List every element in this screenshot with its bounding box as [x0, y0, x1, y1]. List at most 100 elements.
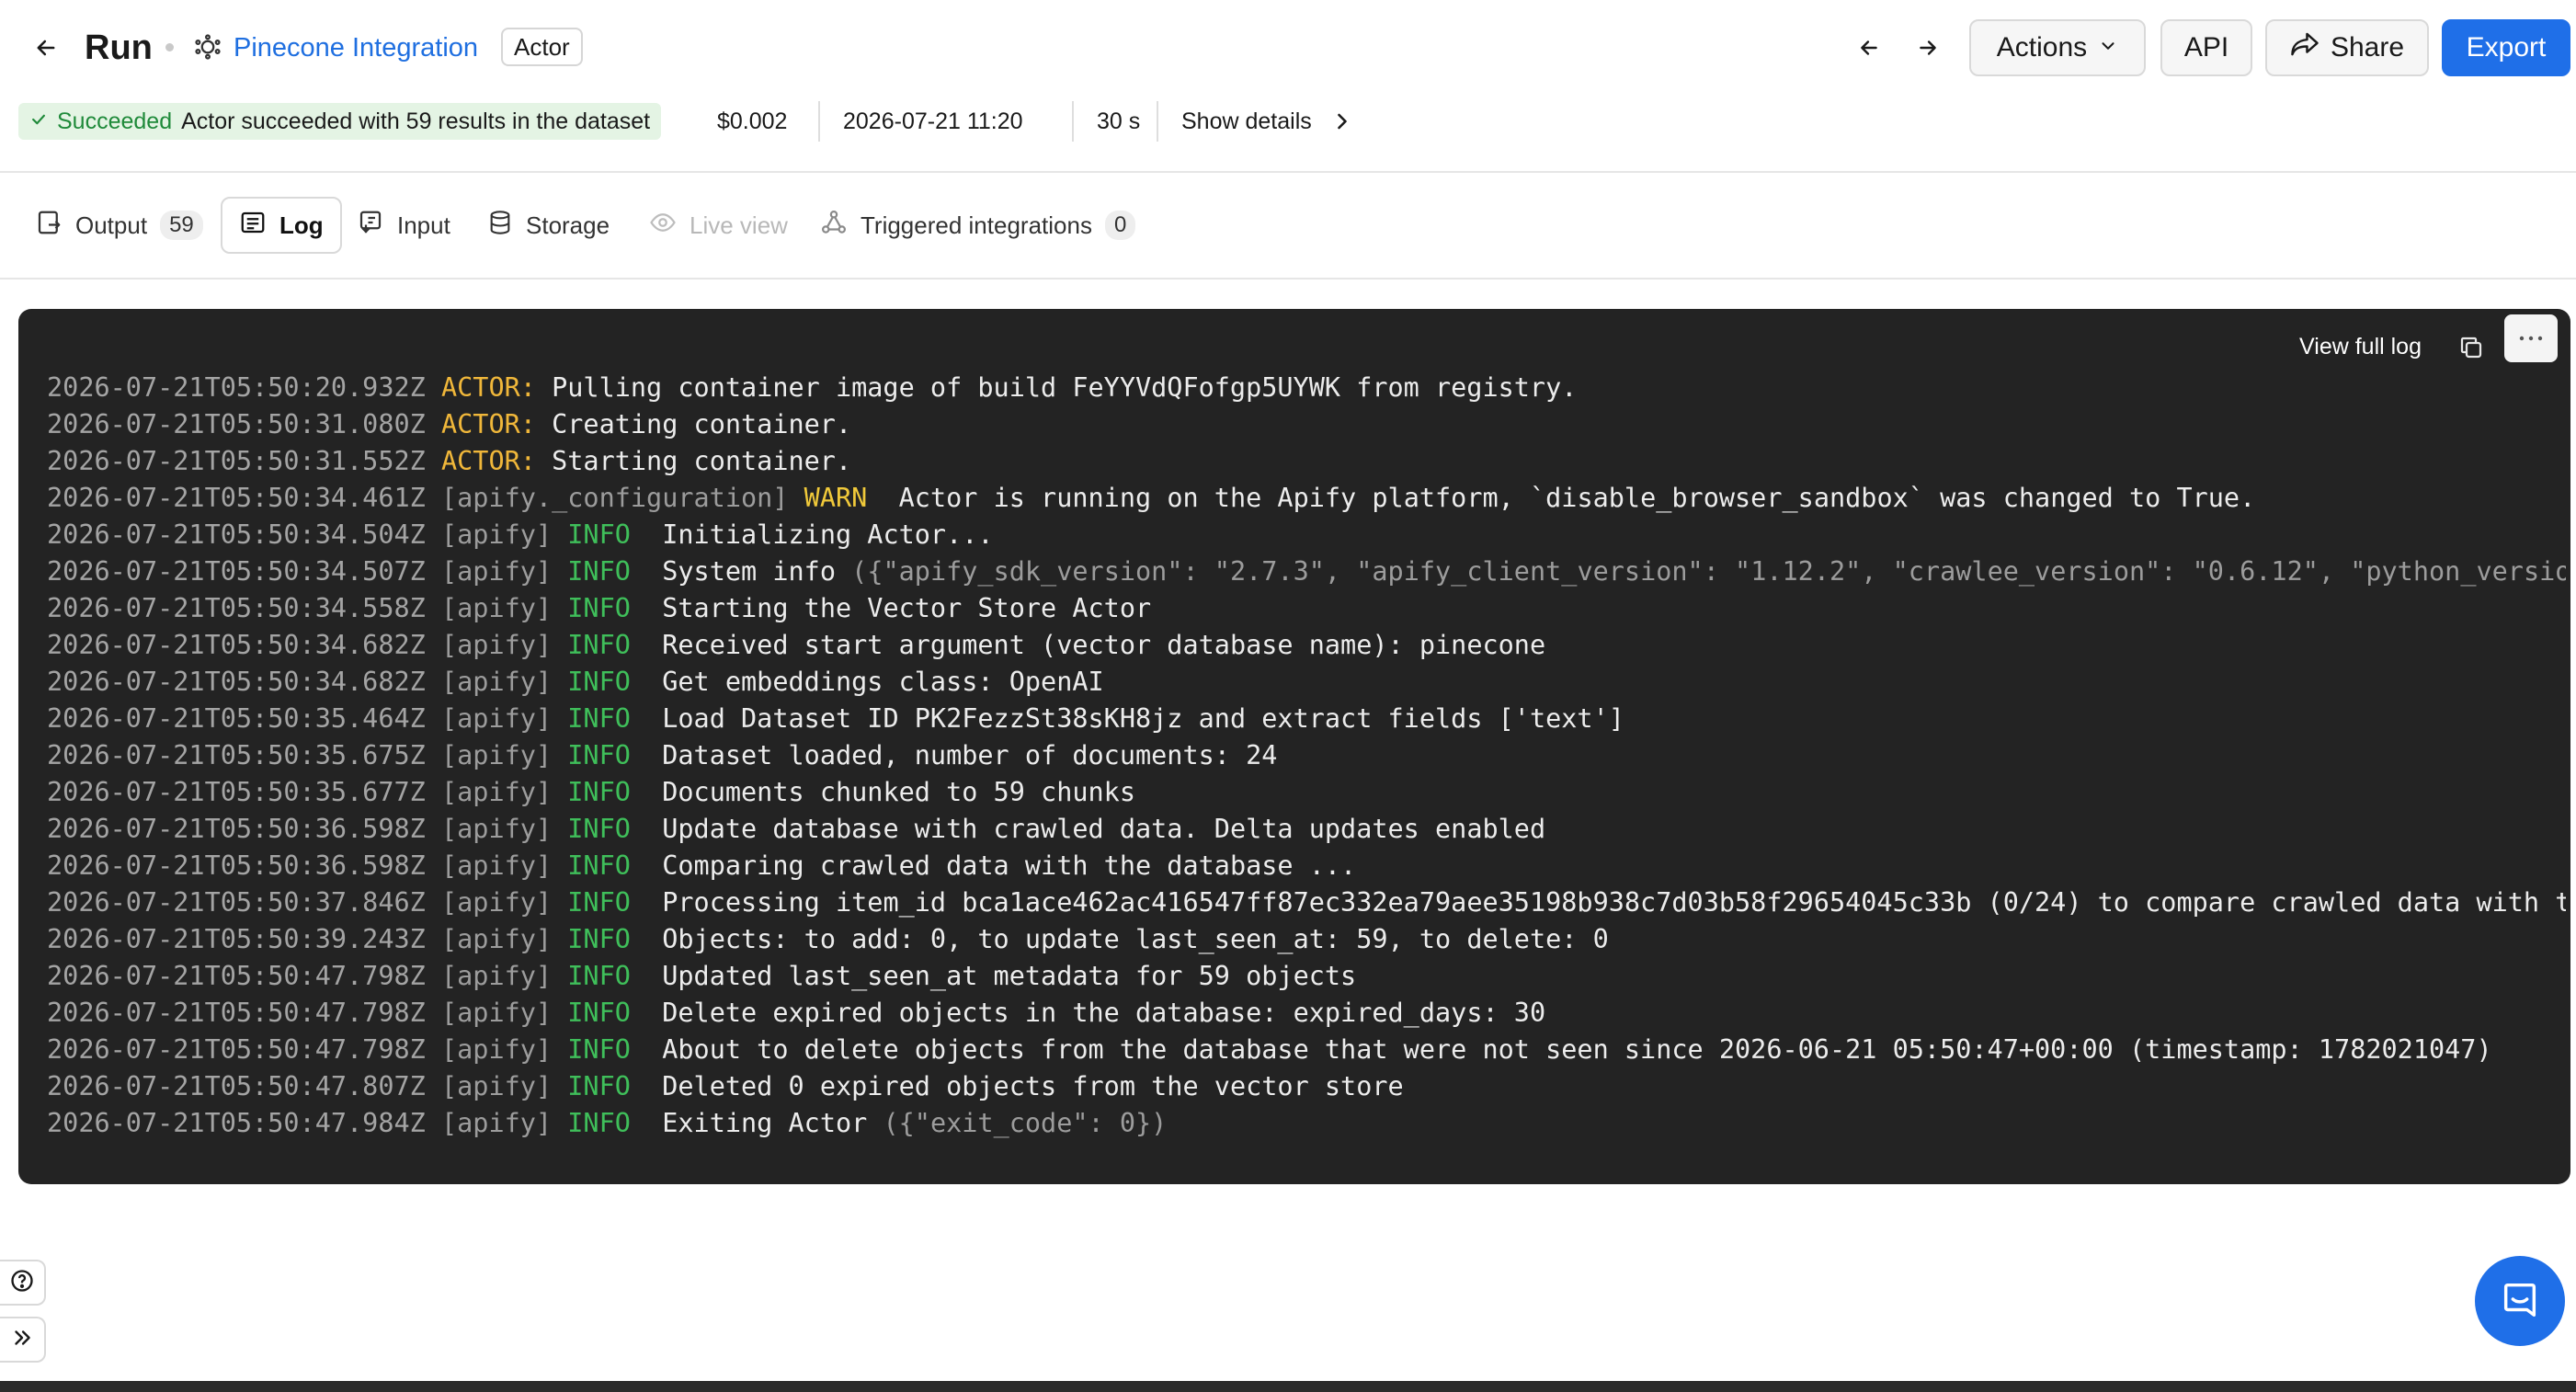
status-message: Actor succeeded with 59 results in the d…: [181, 108, 651, 134]
input-icon: [357, 209, 384, 243]
next-run-icon[interactable]: [1909, 29, 1947, 67]
tab-input[interactable]: Input: [340, 197, 467, 254]
back-arrow-icon[interactable]: [28, 29, 64, 66]
run-duration: 30 s: [1097, 108, 1141, 134]
log-logger: [apify]: [440, 777, 553, 807]
log-message: Exiting Actor: [662, 1108, 868, 1138]
tab-log[interactable]: Log: [221, 197, 342, 254]
chat-icon: [2499, 1278, 2541, 1325]
output-count-badge: 59: [160, 211, 203, 240]
actions-button[interactable]: Actions: [1969, 19, 2146, 76]
log-message: Load Dataset ID PK2FezzSt38sKH8jz and ex…: [662, 703, 1624, 734]
log-timestamp: 2026-07-21T05:50:31.080Z: [47, 409, 426, 439]
log-message: Pulling container image of build FeYYVdQ…: [552, 372, 1578, 403]
show-details-link[interactable]: Show details: [1181, 103, 1312, 140]
log-message: Starting container.: [552, 446, 852, 476]
output-icon: [35, 209, 63, 243]
expand-sidebar-button[interactable]: [0, 1317, 46, 1363]
share-icon: [2290, 31, 2320, 64]
log-message: Delete expired objects in the database: …: [662, 998, 1546, 1028]
log-message: Get embeddings class: OpenAI: [662, 667, 1104, 697]
log-message: System info: [662, 556, 836, 587]
tab-storage-label: Storage: [526, 211, 610, 239]
copy-icon[interactable]: [2453, 329, 2490, 366]
log-message: Initializing Actor...: [662, 519, 994, 550]
log-line: 2026-07-21T05:50:36.598Z [apify] INFO Co…: [47, 848, 2566, 884]
tab-storage[interactable]: Storage: [471, 197, 626, 254]
bottom-bar: [0, 1381, 2576, 1392]
actor-badge: Actor: [501, 28, 583, 66]
log-logger: [apify]: [440, 850, 553, 881]
integrations-count-badge: 0: [1104, 211, 1136, 240]
log-line: 2026-07-21T05:50:31.080Z ACTOR: Creating…: [47, 406, 2566, 443]
log-timestamp: 2026-07-21T05:50:34.461Z: [47, 483, 426, 513]
chevron-right-icon[interactable]: [1329, 108, 1355, 134]
log-logger: [apify]: [440, 630, 553, 660]
help-icon: [9, 1268, 35, 1298]
divider: [818, 101, 820, 142]
log-logger: [apify]: [440, 740, 553, 770]
log-level: INFO: [567, 887, 631, 918]
log-logger: [apify]: [440, 887, 553, 918]
log-timestamp: 2026-07-21T05:50:34.682Z: [47, 630, 426, 660]
log-line: 2026-07-21T05:50:35.464Z [apify] INFO Lo…: [47, 701, 2566, 737]
integrations-icon: [820, 209, 848, 243]
log-logger: [apify]: [440, 961, 553, 991]
log-extra: ({"apify_sdk_version": "2.7.3", "apify_c…: [851, 556, 2566, 587]
double-chevron-right-icon: [10, 1326, 34, 1354]
log-message: Deleted 0 expired objects from the vecto…: [662, 1071, 1404, 1101]
api-button[interactable]: API: [2160, 19, 2252, 76]
log-level: WARN: [804, 483, 868, 513]
log-level: INFO: [567, 1108, 631, 1138]
tab-output[interactable]: Output 59: [18, 197, 220, 254]
log-level: INFO: [567, 961, 631, 991]
previous-run-icon[interactable]: [1850, 29, 1888, 67]
log-level: ACTOR:: [440, 409, 536, 439]
log-logger: [apify]: [440, 1108, 553, 1138]
log-logger: [apify._configuration]: [440, 483, 789, 513]
run-cost: $0.002: [717, 108, 788, 134]
log-line: 2026-07-21T05:50:34.507Z [apify] INFO Sy…: [47, 553, 2566, 590]
more-options-icon[interactable]: [2504, 314, 2558, 362]
log-level: INFO: [567, 740, 631, 770]
log-timestamp: 2026-07-21T05:50:20.932Z: [47, 372, 426, 403]
log-timestamp: 2026-07-21T05:50:39.243Z: [47, 924, 426, 954]
log-logger: [apify]: [440, 703, 553, 734]
log-timestamp: 2026-07-21T05:50:35.675Z: [47, 740, 426, 770]
tab-triggered-integrations[interactable]: Triggered integrations 0: [804, 197, 1152, 254]
log-message: Creating container.: [552, 409, 852, 439]
log-line: 2026-07-21T05:50:39.243Z [apify] INFO Ob…: [47, 921, 2566, 958]
log-line: 2026-07-21T05:50:36.598Z [apify] INFO Up…: [47, 811, 2566, 848]
log-message: Starting the Vector Store Actor: [662, 593, 1152, 623]
log-level: INFO: [567, 1034, 631, 1065]
log-logger: [apify]: [440, 998, 553, 1028]
log-line: 2026-07-21T05:50:35.677Z [apify] INFO Do…: [47, 774, 2566, 811]
log-level: INFO: [567, 593, 631, 623]
tab-live-view[interactable]: Live view: [633, 197, 804, 254]
chat-support-button[interactable]: [2475, 1256, 2565, 1346]
log-line: 2026-07-21T05:50:34.558Z [apify] INFO St…: [47, 590, 2566, 627]
help-button[interactable]: [0, 1260, 46, 1306]
export-button[interactable]: Export: [2442, 19, 2570, 76]
share-button[interactable]: Share: [2265, 19, 2429, 76]
log-logger: [apify]: [440, 667, 553, 697]
log-timestamp: 2026-07-21T05:50:35.677Z: [47, 777, 426, 807]
actions-label: Actions: [1996, 32, 2088, 63]
log-timestamp: 2026-07-21T05:50:34.504Z: [47, 519, 426, 550]
log-logger: [apify]: [440, 814, 553, 844]
log-line: 2026-07-21T05:50:47.798Z [apify] INFO Up…: [47, 958, 2566, 995]
log-logger: [apify]: [440, 924, 553, 954]
actor-name-link[interactable]: Pinecone Integration: [234, 28, 478, 68]
log-timestamp: 2026-07-21T05:50:47.984Z: [47, 1108, 426, 1138]
view-full-log-link[interactable]: View full log: [2299, 327, 2422, 366]
tab-triggered-integrations-label: Triggered integrations: [861, 211, 1092, 239]
log-level: INFO: [567, 924, 631, 954]
api-label: API: [2183, 32, 2229, 63]
chevron-down-icon: [2098, 32, 2118, 63]
log-message: Objects: to add: 0, to update last_seen_…: [662, 924, 1609, 954]
log-timestamp: 2026-07-21T05:50:37.846Z: [47, 887, 426, 918]
export-label: Export: [2466, 32, 2547, 63]
log-line: 2026-07-21T05:50:35.675Z [apify] INFO Da…: [47, 737, 2566, 774]
log-line: 2026-07-21T05:50:20.932Z ACTOR: Pulling …: [47, 370, 2566, 406]
log-line: 2026-07-21T05:50:34.504Z [apify] INFO In…: [47, 517, 2566, 553]
